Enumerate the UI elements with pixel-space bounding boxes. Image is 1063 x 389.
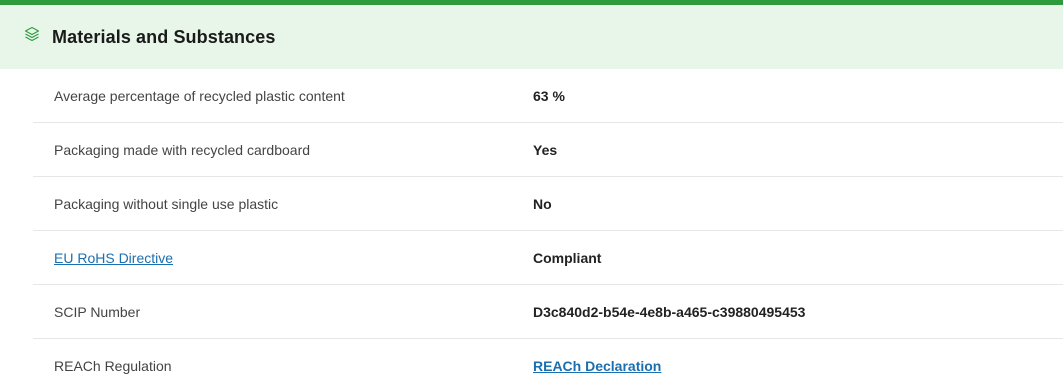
reach-declaration-link[interactable]: REACh Declaration <box>533 358 661 374</box>
attribute-value: D3c840d2-b54e-4e8b-a465-c39880495453 <box>533 303 806 320</box>
attribute-row-scip-number: SCIP Number D3c840d2-b54e-4e8b-a465-c398… <box>33 285 1063 339</box>
attribute-label: SCIP Number <box>54 303 141 320</box>
attribute-value: 63 % <box>533 87 565 104</box>
attribute-row-eu-rohs: EU RoHS Directive Compliant <box>33 231 1063 285</box>
attribute-label: Packaging made with recycled cardboard <box>54 141 311 158</box>
section-title: Materials and Substances <box>52 26 276 47</box>
attribute-label: Packaging without single use plastic <box>54 195 279 212</box>
attribute-row-reach-regulation: REACh Regulation REACh Declaration <box>33 339 1063 389</box>
attribute-value: Yes <box>533 141 558 158</box>
attribute-label: Average percentage of recycled plastic c… <box>54 87 345 104</box>
layers-icon <box>24 26 40 42</box>
section-header: Materials and Substances <box>0 5 1063 69</box>
attribute-list: Average percentage of recycled plastic c… <box>33 69 1063 389</box>
attribute-row-recycled-plastic: Average percentage of recycled plastic c… <box>33 69 1063 123</box>
attribute-value-container: REACh Declaration <box>533 358 661 374</box>
attribute-label: REACh Regulation <box>54 358 172 374</box>
attribute-value: Compliant <box>533 249 602 266</box>
attribute-value: No <box>533 195 552 212</box>
attribute-row-single-use-plastic: Packaging without single use plastic No <box>33 177 1063 231</box>
materials-substances-panel: Materials and Substances Average percent… <box>0 0 1063 389</box>
attribute-label-container: EU RoHS Directive <box>33 250 533 266</box>
attribute-row-recycled-cardboard: Packaging made with recycled cardboard Y… <box>33 123 1063 177</box>
eu-rohs-directive-link[interactable]: EU RoHS Directive <box>54 250 173 266</box>
